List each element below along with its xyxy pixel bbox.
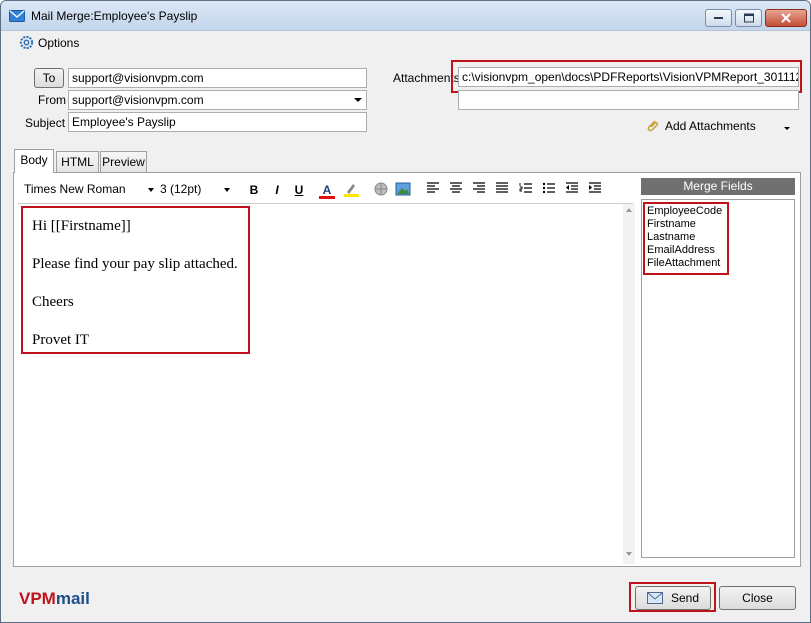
body-scrollbar[interactable]: [623, 204, 635, 564]
outdent-svg: [566, 182, 578, 193]
chevron-down-icon: [224, 188, 230, 192]
attachments-label: Attachments: [393, 71, 460, 85]
mail-merge-window: Mail Merge:Employee's Payslip Options To…: [0, 0, 811, 623]
font-color-swatch: [319, 196, 335, 199]
chevron-down-icon[interactable]: [784, 127, 790, 130]
align-right-icon[interactable]: [470, 181, 488, 199]
highlight-box-body: [21, 206, 250, 354]
minimize-icon: [713, 17, 723, 19]
vpmmail-logo: VPMmail: [19, 589, 90, 609]
justify-svg: [496, 182, 508, 193]
highlight-box-merge-fields: [643, 202, 729, 275]
attachment-list[interactable]: [458, 90, 799, 110]
title-bar: Mail Merge:Employee's Payslip: [1, 1, 810, 31]
indent-svg: [589, 182, 601, 193]
indent-icon[interactable]: [586, 181, 604, 199]
font-color-glyph: A: [322, 183, 332, 197]
scroll-down-icon[interactable]: [626, 552, 632, 556]
editor-panel: Times New Roman 3 (12pt) B I U A Hi [[Fi…: [13, 172, 801, 567]
from-label: From: [38, 93, 66, 107]
to-button[interactable]: To: [34, 68, 64, 88]
underline-icon[interactable]: U: [290, 181, 308, 199]
align-left-icon[interactable]: [424, 181, 442, 199]
numbered-list-icon[interactable]: [517, 181, 535, 199]
window-title: Mail Merge:Employee's Payslip: [31, 9, 198, 23]
font-size-value: 3 (12pt): [160, 182, 202, 196]
minimize-button[interactable]: [705, 9, 732, 27]
from-select[interactable]: support@visionvpm.com: [68, 90, 367, 110]
image-icon[interactable]: [394, 181, 412, 199]
chevron-down-icon: [354, 98, 362, 102]
font-size-select[interactable]: 3 (12pt): [160, 182, 240, 196]
highlight-box-attachment: [451, 60, 802, 93]
envelope-icon: [9, 9, 25, 23]
from-value: support@visionvpm.com: [72, 93, 204, 107]
highlight-icon[interactable]: [342, 181, 360, 199]
bullet-list-icon[interactable]: [540, 181, 558, 199]
gear-icon: [19, 35, 34, 50]
highlight-box-send: [629, 582, 716, 612]
highlight-pen-svg: [344, 184, 359, 197]
tab-body[interactable]: Body: [14, 149, 54, 173]
logo-vpm: VPM: [19, 589, 56, 608]
add-attachments-button[interactable]: Add Attachments: [646, 119, 756, 133]
paperclip-icon: [647, 120, 659, 132]
options-menu[interactable]: Options: [19, 35, 79, 50]
image-svg: [395, 182, 411, 196]
to-field[interactable]: support@visionvpm.com: [68, 68, 367, 88]
message-body-editor[interactable]: Hi [[Firstname]] Please find your pay sl…: [18, 203, 635, 564]
merge-fields-header: Merge Fields: [641, 178, 795, 195]
format-toolbar: Times New Roman 3 (12pt) B I U A: [20, 179, 635, 201]
align-left-svg: [427, 182, 439, 193]
italic-icon[interactable]: I: [268, 181, 286, 199]
close-window-button[interactable]: [765, 9, 807, 27]
add-attachments-label: Add Attachments: [665, 119, 756, 133]
link-globe-svg: [374, 182, 388, 196]
outdent-icon[interactable]: [563, 181, 581, 199]
bold-icon[interactable]: B: [245, 181, 263, 199]
align-center-svg: [450, 182, 462, 193]
options-label: Options: [38, 35, 80, 50]
subject-label: Subject: [25, 116, 66, 130]
logo-mail: mail: [55, 589, 90, 608]
bullet-list-svg: [542, 182, 555, 194]
font-family-select[interactable]: Times New Roman: [24, 182, 154, 196]
maximize-button[interactable]: [735, 9, 762, 27]
merge-fields-list: EmployeeCode Firstname Lastname EmailAdd…: [641, 199, 795, 558]
subject-field[interactable]: Employee's Payslip: [68, 112, 367, 132]
justify-icon[interactable]: [493, 181, 511, 199]
align-center-icon[interactable]: [447, 181, 465, 199]
tab-preview[interactable]: Preview: [100, 151, 147, 172]
font-color-icon[interactable]: A: [318, 181, 336, 199]
tab-html[interactable]: HTML: [56, 151, 99, 172]
chevron-down-icon: [148, 188, 154, 192]
maximize-icon: [743, 13, 754, 23]
close-button[interactable]: Close: [719, 586, 796, 610]
close-icon: [781, 13, 791, 23]
link-icon[interactable]: [372, 181, 390, 199]
font-family-value: Times New Roman: [24, 182, 126, 196]
align-right-svg: [473, 182, 485, 193]
numbered-list-svg: [519, 183, 532, 193]
scroll-up-icon[interactable]: [626, 208, 632, 212]
